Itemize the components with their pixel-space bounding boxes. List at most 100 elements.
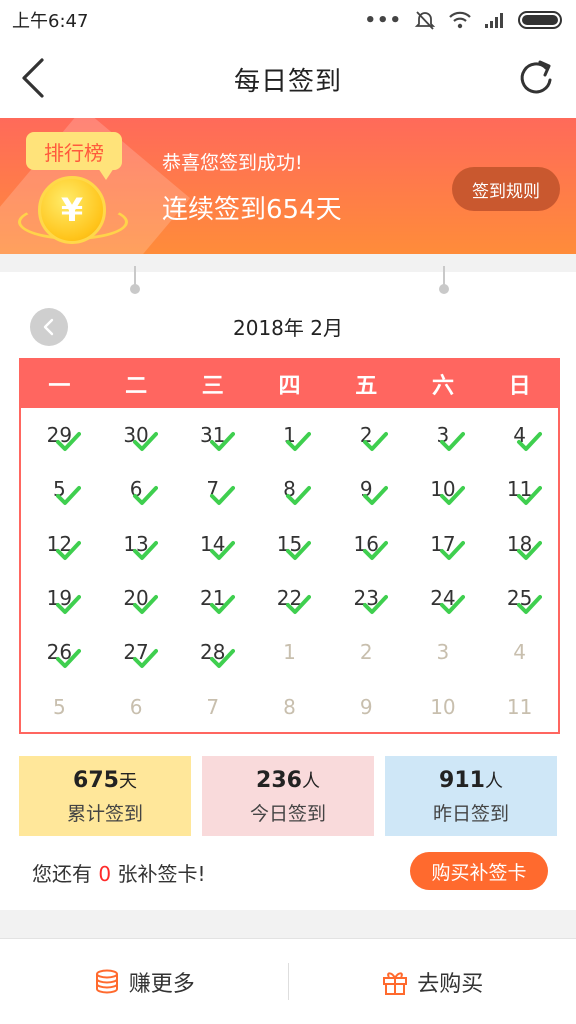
weekday-label: 四 (278, 374, 301, 399)
checkmark-icon (439, 540, 465, 560)
earn-more-button[interactable]: 赚更多 (0, 939, 288, 1024)
back-icon[interactable] (14, 56, 54, 100)
calendar-day: 4 (481, 625, 558, 679)
signal-icon (485, 13, 503, 28)
calendar-day-checked: 24 (405, 571, 482, 625)
calendar-day: 6 (98, 679, 175, 733)
coins-stack-icon (95, 969, 118, 993)
calendar-day-checked: 9 (328, 462, 405, 516)
calendar-day: 2 (328, 625, 405, 679)
day-number: 8 (283, 694, 296, 719)
checkmark-icon (209, 540, 235, 560)
calendar-day-checked: 10 (405, 462, 482, 516)
calendar-day-checked: 23 (328, 571, 405, 625)
mute-bell-icon (414, 11, 436, 30)
calendar-day: 1 (251, 625, 328, 679)
day-number: 3 (436, 640, 450, 665)
checkmark-icon (56, 432, 82, 452)
checkmark-icon (363, 432, 389, 452)
calendar-day-checked: 6 (98, 462, 175, 516)
calendar-day-checked: 18 (481, 517, 558, 571)
stat-label: 累计签到 (66, 802, 143, 825)
weekday-label: 六 (431, 374, 454, 399)
calendar-day: 5 (21, 679, 98, 733)
section-gap (0, 254, 576, 272)
calendar-day: 11 (481, 679, 558, 733)
checkmark-icon (363, 540, 389, 560)
calendar-grid: 一二三四五六日 29 30 31 1 2 3 4 5 6 7 8 9 10 11 12 13 14 15 16 17 1… (19, 358, 560, 734)
refresh-icon[interactable] (516, 56, 558, 100)
calendar-day-checked: 17 (405, 517, 482, 571)
status-icons: ••• (364, 9, 562, 31)
checkmark-icon (209, 595, 235, 615)
calendar-day-checked: 15 (251, 517, 328, 571)
bottom-bar: 赚更多 去购买 (0, 938, 576, 1024)
calendar-day-checked: 2 (328, 408, 405, 462)
leaderboard-button[interactable]: 排行榜 (26, 132, 122, 180)
checkmark-icon (133, 432, 159, 452)
day-number: 1 (283, 640, 296, 665)
month-label: 2018年 2月 (233, 316, 343, 340)
battery-icon (518, 11, 562, 29)
calendar-day-checked: 21 (174, 571, 251, 625)
calendar-day-checked: 26 (21, 625, 98, 679)
checkmark-icon (133, 595, 159, 615)
gift-icon (383, 971, 408, 995)
header: 每日签到 (0, 40, 576, 118)
earn-more-label: 赚更多 (128, 971, 195, 997)
calendar-day: 8 (251, 679, 328, 733)
day-number: 11 (506, 694, 533, 719)
day-number: 9 (359, 694, 373, 719)
calendar-day-checked: 12 (21, 517, 98, 571)
checkmark-icon (209, 486, 235, 506)
checkmark-icon (439, 595, 465, 615)
checkmark-icon (439, 432, 465, 452)
calendar-day-checked: 30 (98, 408, 175, 462)
checkmark-icon (286, 432, 312, 452)
checkmark-icon (133, 540, 159, 560)
checkmark-icon (56, 595, 82, 615)
calendar-day-checked: 28 (174, 625, 251, 679)
checkmark-icon (209, 432, 235, 452)
go-buy-button[interactable]: 去购买 (289, 939, 576, 1024)
calendar-day-checked: 29 (21, 408, 98, 462)
day-number: 2 (359, 640, 373, 665)
calendar-day-checked: 16 (328, 517, 405, 571)
calendar-day-checked: 8 (251, 462, 328, 516)
stats-row: 675天 累计签到 236人 今日签到 911人 昨日签到 (19, 756, 557, 836)
calendar-day-checked: 1 (251, 408, 328, 462)
checkmark-icon (133, 649, 159, 669)
calendar-day: 7 (174, 679, 251, 733)
signin-rules-button[interactable]: 签到规则 (452, 167, 560, 211)
weekday-label: 二 (125, 374, 148, 399)
calendar-day-checked: 31 (174, 408, 251, 462)
checkmark-icon (439, 486, 465, 506)
calendar-day-checked: 20 (98, 571, 175, 625)
checkmark-icon (209, 649, 235, 669)
makeup-card-count: 0 (98, 862, 112, 886)
makeup-cards-row: 您还有 0 张补签卡! 购买补签卡 (0, 848, 576, 892)
calendar-pin-left (130, 266, 140, 296)
wifi-icon (449, 11, 471, 29)
calendar-day: 9 (328, 679, 405, 733)
day-number: 4 (513, 640, 526, 665)
checkmark-icon (286, 486, 312, 506)
calendar-day: 10 (405, 679, 482, 733)
calendar-day-checked: 13 (98, 517, 175, 571)
makeup-cards-text: 您还有 0 张补签卡! (32, 862, 206, 886)
stat-value: 675天 (73, 767, 137, 793)
weekday-label: 三 (201, 374, 224, 399)
weekday-header: 一二三四五六日 (21, 360, 558, 408)
stat-total-days: 675天 累计签到 (19, 756, 191, 836)
stat-value: 911人 (439, 767, 503, 793)
more-dots-icon: ••• (364, 9, 402, 31)
checkmark-icon (286, 595, 312, 615)
weekday-label: 日 (508, 374, 531, 399)
status-bar: 上午6:47 ••• (0, 0, 576, 40)
checkmark-icon (516, 540, 542, 560)
calendar-day-checked: 25 (481, 571, 558, 625)
weekday-label: 一 (48, 374, 71, 399)
calendar-day-checked: 5 (21, 462, 98, 516)
buy-makeup-card-button[interactable]: 购买补签卡 (410, 852, 548, 890)
checkmark-icon (363, 595, 389, 615)
